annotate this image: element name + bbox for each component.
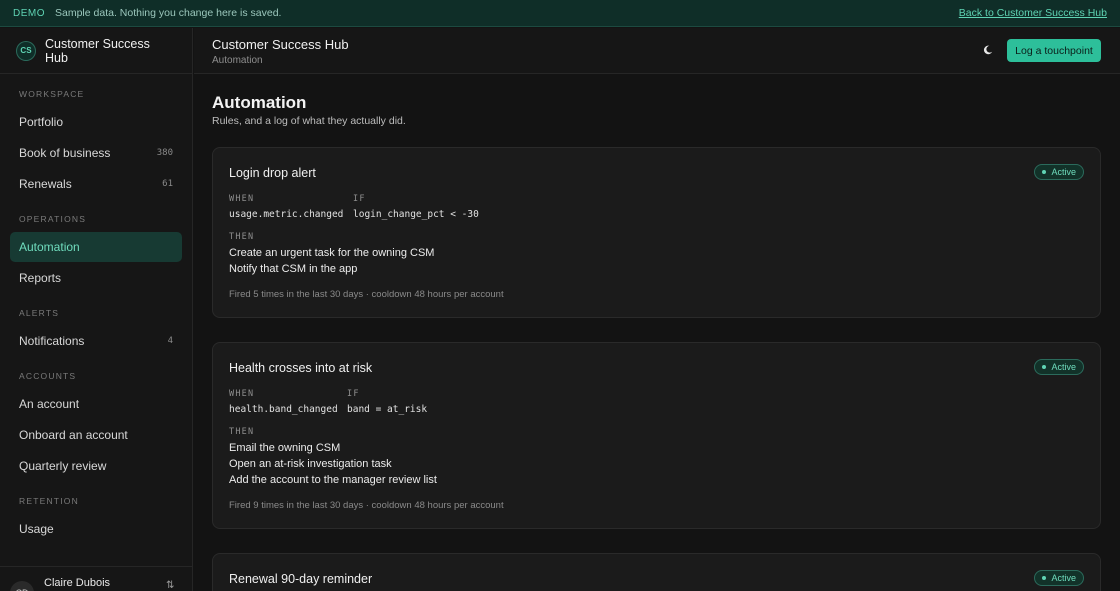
rule-action: Create an urgent task for the owning CSM (229, 247, 435, 259)
page-subtitle: Rules, and a log of what they actually d… (212, 115, 406, 127)
nav-section-accounts: ACCOUNTS An account Onboard an account Q… (0, 369, 192, 481)
rule-action: Add the account to the manager review li… (229, 474, 437, 486)
rule-card[interactable]: Renewal 90-day reminder Active (212, 553, 1101, 591)
nav-section-operations: OPERATIONS Automation Reports (0, 212, 192, 293)
avatar: CD (10, 581, 34, 591)
sidebar-item-count: 4 (167, 336, 173, 346)
nav-heading: ACCOUNTS (19, 371, 77, 381)
demo-message: Sample data. Nothing you change here is … (55, 7, 282, 19)
sidebar-item-usage[interactable]: Usage (10, 514, 182, 544)
sidebar: CS Customer Success Hub WORKSPACE Portfo… (0, 28, 193, 591)
app-logo: CS (16, 40, 36, 61)
rule-title: Renewal 90-day reminder (229, 572, 373, 586)
sidebar-item-label: Quarterly review (19, 459, 107, 473)
sidebar-item-renewals[interactable]: Renewals 61 (10, 169, 182, 199)
rule-footer: Fired 9 times in the last 30 days · cool… (229, 500, 504, 511)
sidebar-item-reports[interactable]: Reports (10, 263, 182, 293)
sidebar-item-label: Reports (19, 271, 62, 285)
sidebar-item-label: Book of business (19, 146, 111, 160)
sidebar-item-label: Notifications (19, 334, 85, 348)
sidebar-item-label: Renewals (19, 177, 72, 191)
rule-title: Health crosses into at risk (229, 361, 373, 375)
user-name: Claire Dubois (44, 577, 111, 589)
sidebar-item-label: Automation (19, 240, 80, 254)
app-name: Customer Success Hub (44, 36, 150, 65)
status-dot (1042, 365, 1047, 369)
if-condition: band = at_risk (347, 404, 428, 415)
rule-card[interactable]: Health crosses into at risk Active WHEN … (212, 342, 1101, 529)
sidebar-item-label: Onboard an account (19, 428, 128, 442)
nav-section-retention: RETENTION Usage (0, 494, 192, 544)
status-label: Active (1051, 573, 1076, 583)
if-label: IF (353, 194, 366, 204)
rule-card[interactable]: Login drop alert Active WHEN IF usage.me… (212, 147, 1101, 318)
sidebar-item-quarterly-review[interactable]: Quarterly review (10, 451, 182, 481)
nav-heading: WORKSPACE (19, 89, 85, 99)
status-badge: Active (1034, 164, 1084, 180)
rule-action: Open an at-risk investigation task (229, 458, 392, 470)
status-badge: Active (1034, 359, 1084, 375)
sidebar-item-book-of-business[interactable]: Book of business 380 (10, 138, 182, 168)
sidebar-item-portfolio[interactable]: Portfolio (10, 107, 182, 137)
sidebar-item-label: Usage (19, 522, 54, 536)
nav-heading: OPERATIONS (19, 214, 87, 224)
sidebar-item-label: An account (19, 397, 80, 411)
page-title: Automation (212, 93, 307, 112)
moon-icon-glyph (983, 45, 993, 55)
topbar: Customer Success Hub Automation Log a to… (194, 28, 1120, 74)
when-label: WHEN (229, 389, 255, 399)
rule-action: Email the owning CSM (229, 442, 341, 454)
sidebar-brand[interactable]: CS Customer Success Hub (0, 28, 192, 74)
rule-footer: Fired 5 times in the last 30 days · cool… (229, 289, 504, 300)
nav-section-alerts: ALERTS Notifications 4 (0, 306, 192, 356)
nav-heading: ALERTS (19, 308, 60, 318)
rule-title: Login drop alert (229, 166, 316, 180)
switch-icon[interactable]: ⇅ (166, 580, 174, 591)
moon-icon[interactable] (980, 42, 996, 58)
when-label: WHEN (229, 194, 255, 204)
status-label: Active (1051, 362, 1076, 372)
log-touchpoint-button[interactable]: Log a touchpoint (1007, 39, 1101, 62)
sidebar-item-an-account[interactable]: An account (10, 389, 182, 419)
if-label: IF (347, 389, 360, 399)
main-content: Automation Rules, and a log of what they… (194, 75, 1120, 591)
when-event: health.band_changed (229, 404, 338, 415)
sidebar-item-count: 380 (156, 148, 173, 158)
back-link[interactable]: Back to Customer Success Hub (959, 7, 1107, 19)
sidebar-item-automation[interactable]: Automation (10, 232, 182, 262)
nav-section-workspace: WORKSPACE Portfolio Book of business 380… (0, 87, 192, 199)
user-profile[interactable]: CD Claire Dubois ⇅ (0, 566, 192, 591)
sidebar-item-label: Portfolio (19, 115, 64, 129)
sidebar-item-count: 61 (162, 179, 173, 189)
demo-tag: DEMO (13, 7, 45, 19)
when-event: usage.metric.changed (229, 209, 344, 220)
demo-banner: DEMO Sample data. Nothing you change her… (0, 0, 1120, 27)
status-badge: Active (1034, 570, 1084, 586)
status-dot (1042, 576, 1047, 580)
sidebar-item-onboard-an-account[interactable]: Onboard an account (10, 420, 182, 450)
nav-heading: RETENTION (19, 496, 79, 506)
topbar-title: Customer Success Hub (212, 37, 349, 52)
then-label: THEN (229, 232, 255, 242)
sidebar-item-notifications[interactable]: Notifications 4 (10, 326, 182, 356)
status-dot (1042, 170, 1047, 174)
if-condition: login_change_pct < -30 (353, 209, 479, 220)
rule-action: Notify that CSM in the app (229, 263, 358, 275)
topbar-breadcrumb: Automation (212, 55, 263, 66)
status-label: Active (1051, 167, 1076, 177)
then-label: THEN (229, 427, 255, 437)
